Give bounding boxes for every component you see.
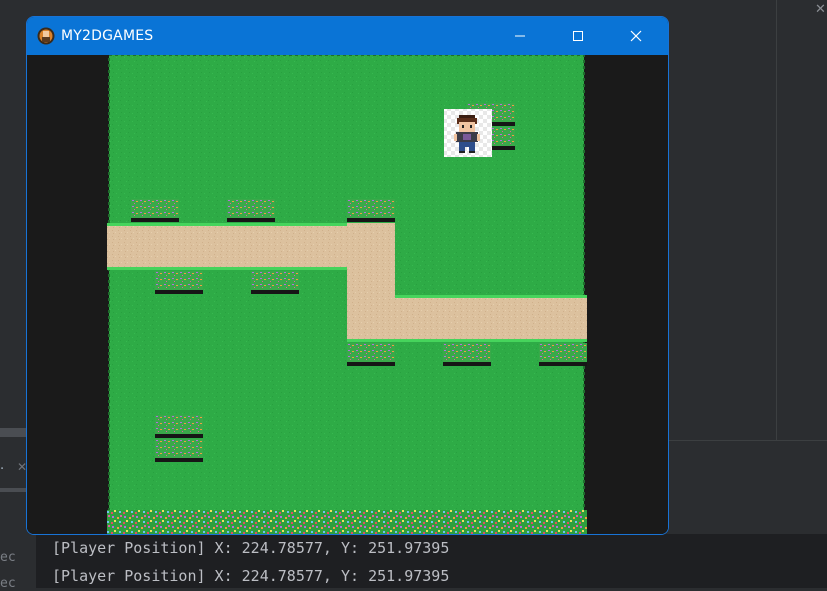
maximize-icon: [573, 31, 583, 41]
game-map: [27, 54, 668, 534]
app-icon: [37, 27, 55, 45]
ide-divider-horizontal: [668, 440, 827, 441]
ide-scrollbar[interactable]: [0, 488, 27, 492]
console-output: [Player Position] X: 224.78577, Y: 251.9…: [36, 534, 827, 588]
console-line: [Player Position] X: 224.78577, Y: 251.9…: [52, 539, 450, 557]
game-window: MY2DGAMES: [26, 16, 669, 535]
player-sprite[interactable]: [444, 109, 492, 157]
window-title: MY2DGAMES: [61, 28, 154, 44]
ide-tab-label[interactable]: .: [0, 458, 4, 473]
close-icon: [630, 30, 642, 42]
minimize-icon: [515, 35, 525, 37]
ide-scrollbar[interactable]: [0, 428, 27, 437]
flower-border: [107, 510, 587, 534]
ide-close-icon[interactable]: ✕: [815, 2, 826, 17]
minimize-button[interactable]: [491, 17, 549, 55]
close-button[interactable]: [607, 17, 665, 55]
title-bar[interactable]: MY2DGAMES: [27, 17, 668, 55]
maximize-button[interactable]: [549, 17, 607, 55]
console-line: [Player Position] X: 224.78577, Y: 251.9…: [52, 567, 450, 585]
gutter-text: ec: [0, 550, 16, 565]
ide-divider: [776, 0, 777, 440]
console-gutter: ec ec: [0, 540, 36, 591]
gutter-text: ec: [0, 576, 16, 591]
game-viewport[interactable]: [27, 54, 668, 534]
